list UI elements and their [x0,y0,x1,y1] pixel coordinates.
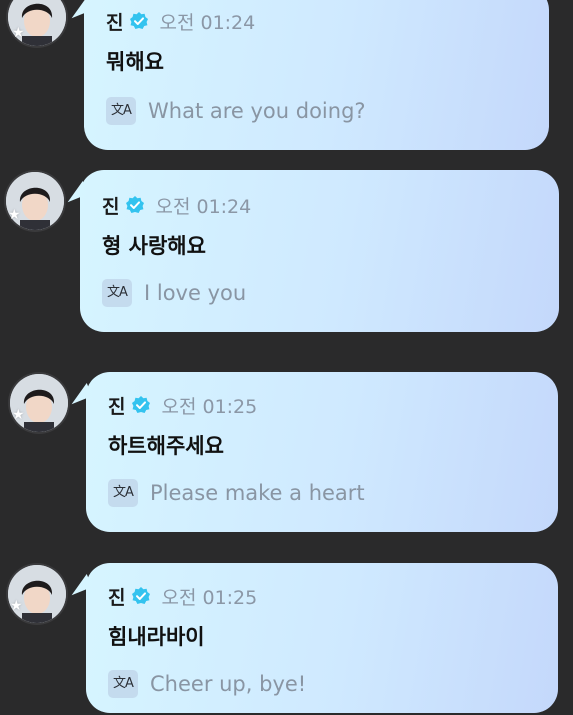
chat-message: ★ 진 오전 01:25 하트해주세요 文A Please make a hea… [0,372,573,537]
sender-name: 진 [108,586,126,609]
profile-photo-icon [8,565,66,623]
verified-badge-icon [132,396,151,413]
chat-message: ★ 진 오전 01:24 뭐해요 文A What are you doing? [0,0,573,160]
star-icon: ★ [10,598,23,614]
translation-row[interactable]: 文A Please make a heart [108,478,365,508]
profile-photo-icon [10,374,68,432]
star-icon: ★ [12,25,25,41]
message-text: 뭐해요 [106,50,164,74]
translate-icon[interactable]: 文A [108,479,138,507]
translation-text: Please make a heart [150,481,365,505]
message-header: 진 오전 01:25 [108,583,257,609]
message-timestamp: 오전 01:24 [155,195,252,218]
message-bubble[interactable]: 진 오전 01:24 뭐해요 文A What are you doing? [84,0,549,150]
message-bubble[interactable]: 진 오전 01:24 형 사랑해요 文A I love you [80,170,559,332]
translate-icon[interactable]: 文A [108,670,138,698]
message-text: 힘내라바이 [108,625,205,649]
message-timestamp: 오전 01:25 [161,395,258,418]
star-icon: ★ [8,207,21,223]
chat-feed: ★ 진 오전 01:24 뭐해요 文A What are you doing? [0,0,573,715]
message-timestamp: 오전 01:25 [161,586,258,609]
translation-text: What are you doing? [148,99,366,123]
message-header: 진 오전 01:24 [106,8,255,34]
message-bubble[interactable]: 진 오전 01:25 힘내라바이 文A Cheer up, bye! [86,563,558,713]
avatar[interactable] [10,374,68,432]
message-bubble[interactable]: 진 오전 01:25 하트해주세요 文A Please make a heart [86,372,558,532]
translate-icon[interactable]: 文A [102,279,132,307]
translation-row[interactable]: 文A I love you [102,278,246,308]
message-text: 형 사랑해요 [102,234,206,258]
translation-row[interactable]: 文A What are you doing? [106,96,366,126]
verified-badge-icon [130,12,149,29]
translation-row[interactable]: 文A Cheer up, bye! [108,669,306,699]
star-icon: ★ [12,407,25,423]
avatar[interactable] [8,565,66,623]
sender-name: 진 [102,195,120,218]
message-text: 하트해주세요 [108,434,224,458]
translation-text: Cheer up, bye! [150,672,307,696]
message-header: 진 오전 01:25 [108,392,257,418]
verified-badge-icon [126,196,145,213]
sender-name: 진 [106,11,124,34]
verified-badge-icon [132,587,151,604]
translation-text: I love you [144,281,247,305]
message-timestamp: 오전 01:24 [159,11,256,34]
translate-icon[interactable]: 文A [106,97,136,125]
chat-message: ★ 진 오전 01:25 힘내라바이 文A Cheer up, bye! [0,563,573,715]
chat-message: ★ 진 오전 01:24 형 사랑해요 文A I love you [0,170,573,340]
message-header: 진 오전 01:24 [102,192,251,218]
sender-name: 진 [108,395,126,418]
